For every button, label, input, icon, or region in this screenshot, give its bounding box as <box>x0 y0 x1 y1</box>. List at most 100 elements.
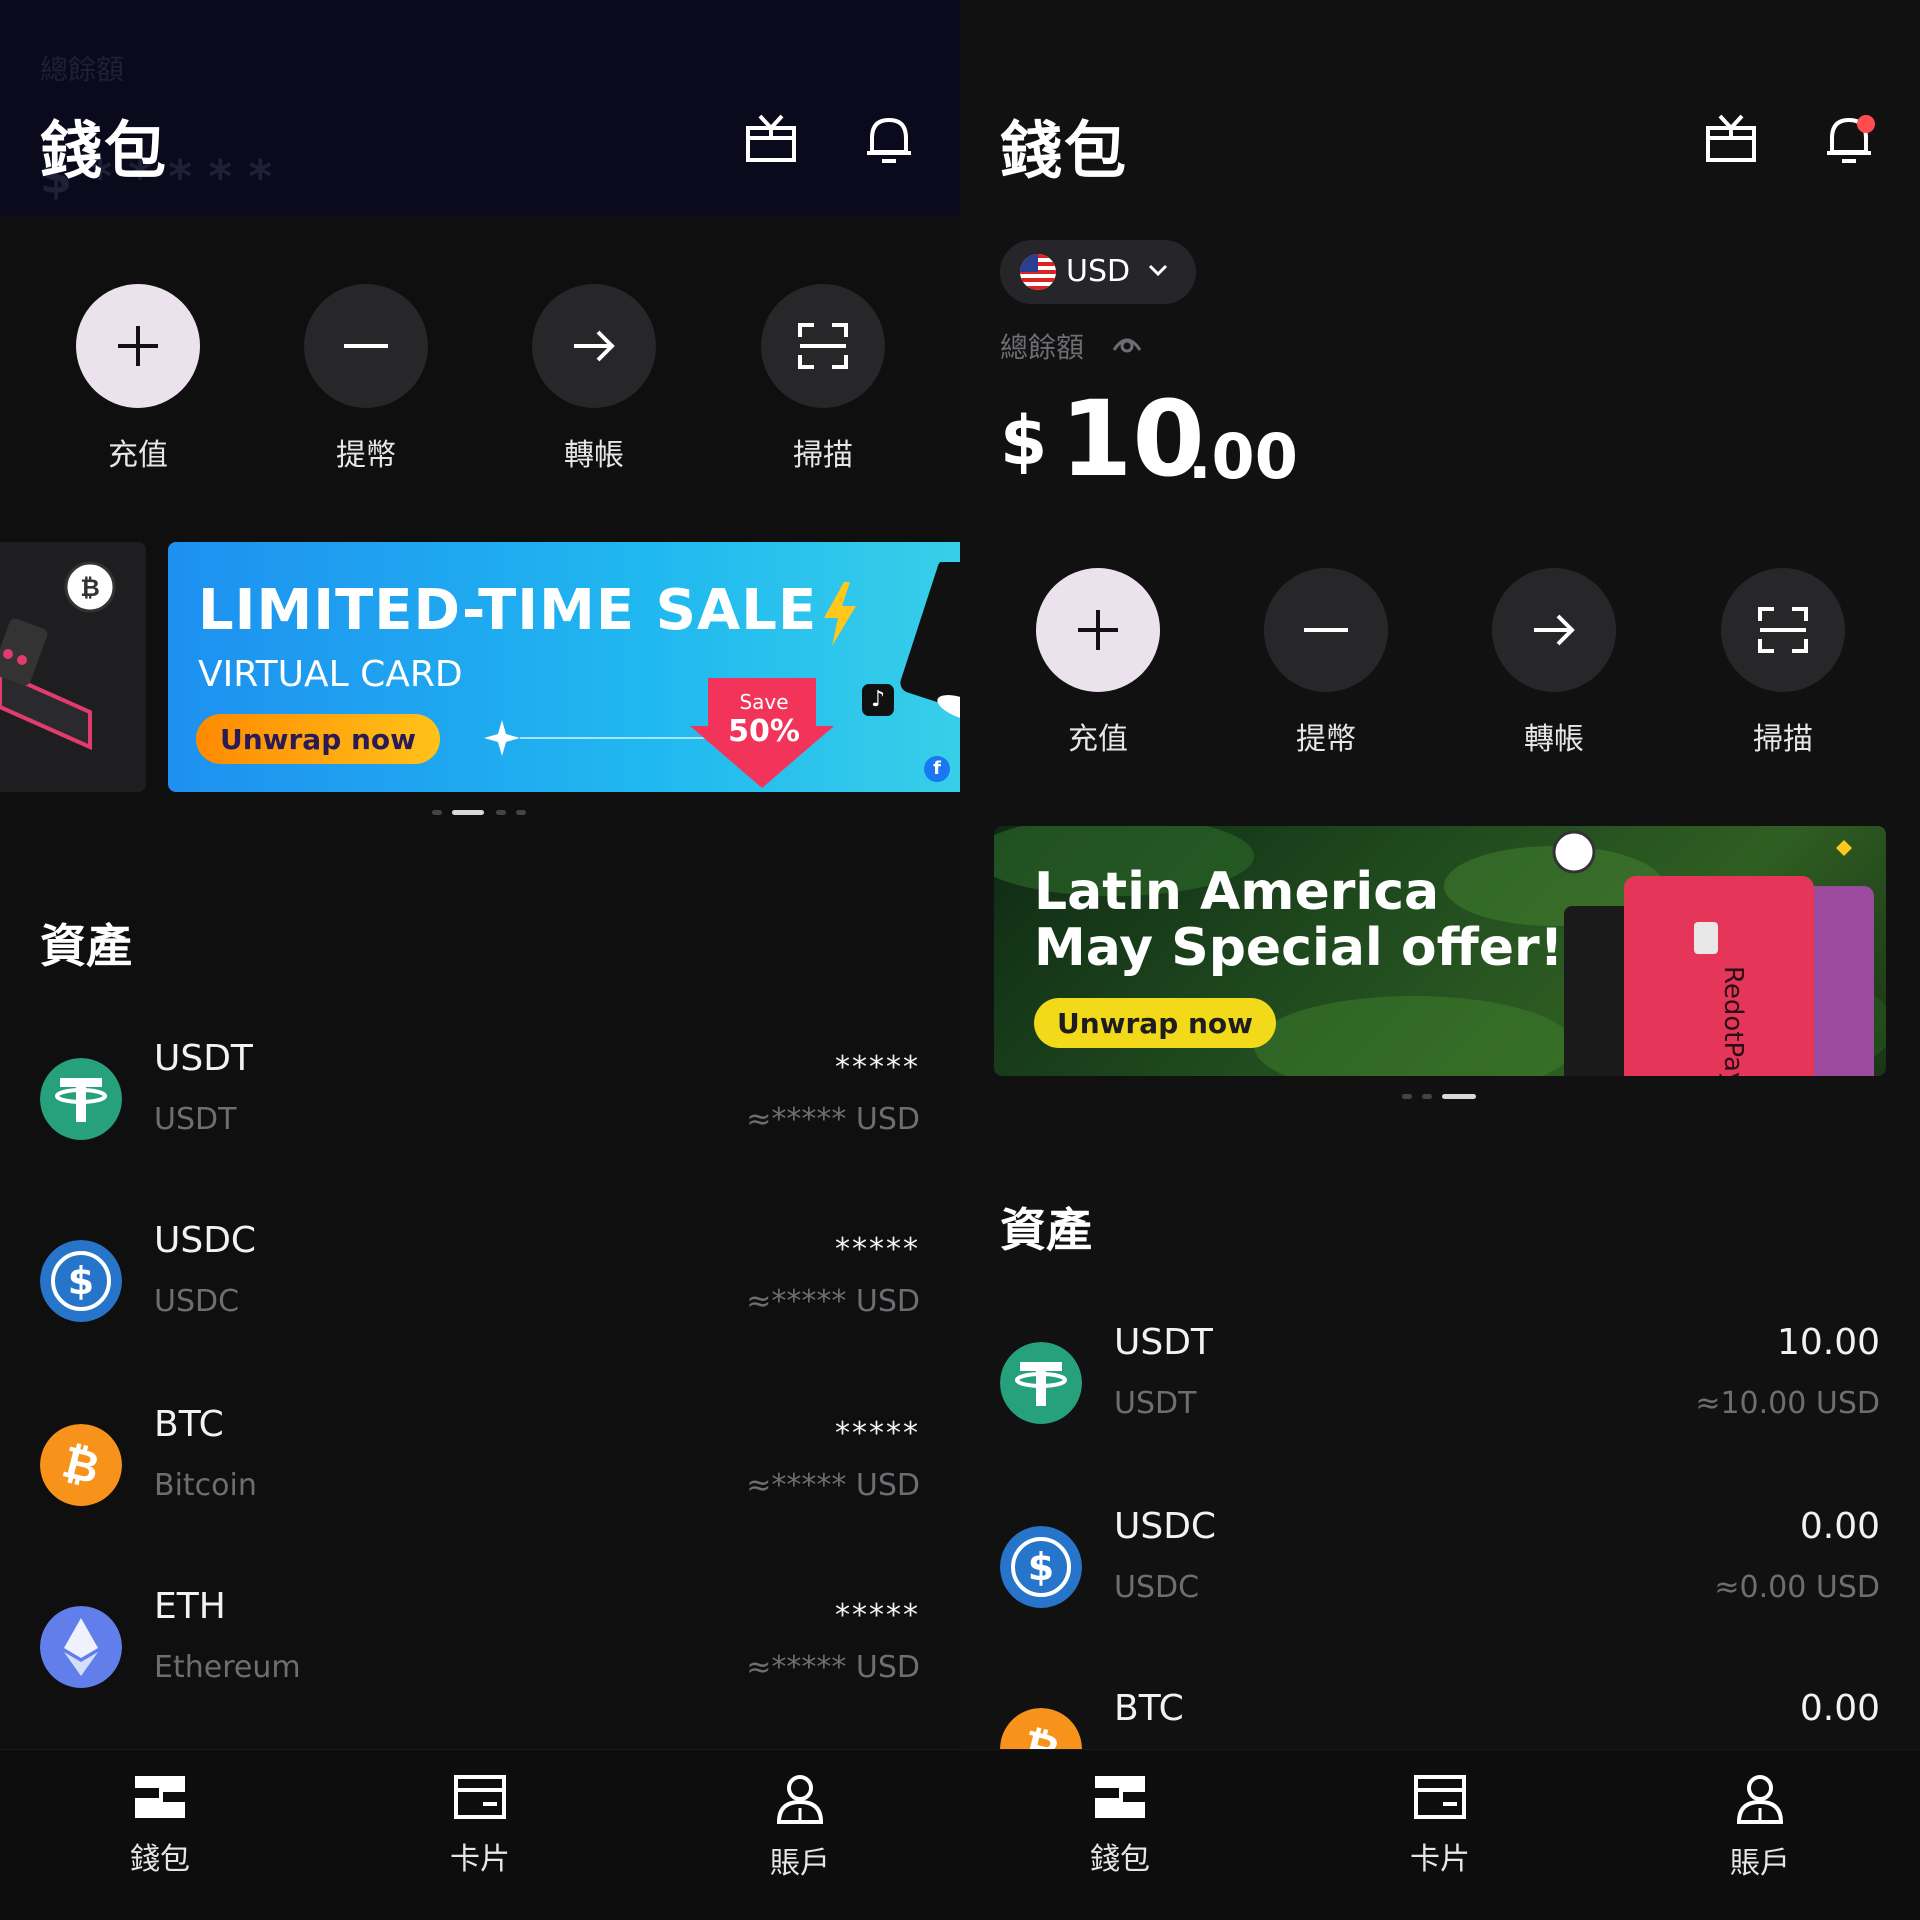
bottom-navigation: 錢包 卡片 賬戶 <box>960 1749 1920 1920</box>
nav-wallet[interactable]: 錢包 <box>1040 1774 1200 1878</box>
asset-name: USDT <box>1114 1386 1197 1421</box>
page-title: 錢包 <box>40 114 169 187</box>
minus-icon <box>304 284 428 408</box>
wallet-icon <box>1095 1776 1145 1818</box>
carousel-indicator <box>432 810 532 816</box>
tether-icon <box>1000 1342 1082 1424</box>
asset-row-usdt[interactable]: USDT USDT 10.00 ≈10.00 USD <box>1000 1322 1880 1442</box>
nav-account[interactable]: 賬戶 <box>720 1774 880 1882</box>
gift-box-icon[interactable] <box>744 112 798 166</box>
deposit-button[interactable]: 充值 <box>76 284 200 474</box>
nav-wallet-label: 錢包 <box>130 1842 190 1877</box>
scan-label: 掃描 <box>1753 722 1813 757</box>
tether-icon <box>40 1058 122 1140</box>
eye-icon[interactable] <box>1112 330 1142 356</box>
unwrap-now-button[interactable]: Unwrap now <box>196 714 440 764</box>
asset-row-usdc[interactable]: $ USDC USDC ***** ≈***** USD <box>40 1220 920 1340</box>
ghost-balance-label: 總餘額 <box>40 53 125 86</box>
wallet-header: 總餘額 $ * * * * * 錢包 <box>0 0 960 216</box>
scan-icon <box>1721 568 1845 692</box>
asset-row-usdt[interactable]: USDT USDT ***** ≈***** USD <box>40 1038 920 1158</box>
nav-card-label: 卡片 <box>450 1842 510 1877</box>
svg-text:$: $ <box>1028 1545 1054 1589</box>
scan-button[interactable]: 掃描 <box>1721 568 1845 758</box>
withdraw-label: 提幣 <box>336 438 396 473</box>
nav-account[interactable]: 賬戶 <box>1680 1774 1840 1882</box>
asset-name: Bitcoin <box>154 1468 257 1503</box>
scan-button[interactable]: 掃描 <box>761 284 885 474</box>
balance-integer: 10 <box>1060 378 1205 500</box>
transfer-label: 轉帳 <box>564 438 624 473</box>
asset-name: USDT <box>154 1102 237 1137</box>
nav-wallet[interactable]: 錢包 <box>80 1774 240 1878</box>
asset-balance: ***** <box>835 1416 920 1451</box>
asset-row-btc[interactable]: ₿ BTC 0.00 <box>1000 1688 1880 1750</box>
bitcoin-icon: ₿ <box>40 1424 122 1506</box>
facebook-icon: f <box>924 756 950 782</box>
asset-balance: ***** <box>835 1598 920 1633</box>
plus-icon <box>76 284 200 408</box>
assets-title: 資產 <box>1000 1203 1092 1257</box>
currency-selector[interactable]: USD <box>1000 240 1196 304</box>
currency-code: USD <box>1066 254 1131 289</box>
banner-line-1: Latin America <box>1034 862 1440 922</box>
arrow-right-icon <box>532 284 656 408</box>
asset-converted: ≈10.00 USD <box>1695 1386 1880 1421</box>
nav-card[interactable]: 卡片 <box>400 1774 560 1878</box>
transfer-label: 轉帳 <box>1524 722 1584 757</box>
svg-text:₿: ₿ <box>80 574 100 602</box>
card-icon <box>1414 1775 1466 1819</box>
tiktok-icon: ♪ <box>862 684 894 716</box>
left-wallet-screen: 總餘額 $ * * * * * 錢包 充值 提幣 轉帳 掃描 ₿ LIMITED… <box>0 0 960 1920</box>
nav-wallet-label: 錢包 <box>1090 1842 1150 1877</box>
scan-icon <box>761 284 885 408</box>
usdc-icon: $ <box>1000 1526 1082 1608</box>
asset-converted: ≈***** USD <box>746 1284 920 1319</box>
total-balance-label: 總餘額 <box>1000 331 1085 364</box>
scan-label: 掃描 <box>793 438 853 473</box>
asset-symbol: ETH <box>154 1586 226 1627</box>
previous-banner[interactable]: ₿ <box>0 542 146 792</box>
virtual-card-icon <box>900 562 960 721</box>
transfer-button[interactable]: 轉帳 <box>1492 568 1616 758</box>
unwrap-now-button[interactable]: Unwrap now <box>1034 998 1276 1048</box>
asset-row-eth[interactable]: ETH Ethereum ***** ≈***** USD <box>40 1586 920 1706</box>
plus-icon <box>1036 568 1160 692</box>
banner-line-2: May Special offer! <box>1034 918 1564 978</box>
page-title: 錢包 <box>1000 114 1129 187</box>
save-value: 50% <box>728 714 800 749</box>
usdc-icon: $ <box>40 1240 122 1322</box>
bell-icon[interactable] <box>1822 112 1876 166</box>
save-label: Save <box>739 690 789 714</box>
asset-converted: ≈0.00 USD <box>1714 1570 1880 1605</box>
card-brand-text: RedotPay <box>1718 966 1748 1076</box>
asset-row-btc[interactable]: ₿ BTC Bitcoin ***** ≈***** USD <box>40 1404 920 1524</box>
asset-row-usdc[interactable]: $ USDC USDC 0.00 ≈0.00 USD <box>1000 1506 1880 1626</box>
asset-symbol: USDC <box>1114 1506 1217 1547</box>
us-flag-icon <box>1020 254 1056 290</box>
asset-balance: 0.00 <box>1799 1688 1880 1729</box>
deposit-label: 充值 <box>1068 722 1128 757</box>
nav-account-label: 賬戶 <box>1730 1846 1790 1881</box>
balance-decimal: .00 <box>1188 420 1298 493</box>
promo-banner-latin-america[interactable]: Latin America May Special offer! Unwrap … <box>994 826 1886 1076</box>
deposit-label: 充值 <box>108 438 168 473</box>
gift-box-icon[interactable] <box>1704 112 1758 166</box>
asset-name: USDC <box>154 1284 240 1319</box>
asset-symbol: BTC <box>1114 1688 1184 1729</box>
nav-card[interactable]: 卡片 <box>1360 1774 1520 1878</box>
bell-icon[interactable] <box>862 112 916 166</box>
minus-icon <box>1264 568 1388 692</box>
promo-banner-virtual-card[interactable]: LIMITED-TIME SALE VIRTUAL CARD Unwrap no… <box>168 542 960 792</box>
ethereum-icon <box>40 1606 122 1688</box>
banner-headline: LIMITED-TIME SALE <box>198 578 818 643</box>
deposit-button[interactable]: 充值 <box>1036 568 1160 758</box>
withdraw-button[interactable]: 提幣 <box>304 284 428 474</box>
bottom-navigation: 錢包 卡片 賬戶 <box>0 1749 960 1920</box>
card-illustration-icon: ₿ <box>0 561 116 751</box>
asset-name: USDC <box>1114 1570 1200 1605</box>
banner-subline: VIRTUAL CARD <box>198 654 463 695</box>
transfer-button[interactable]: 轉帳 <box>532 284 656 474</box>
svg-text:$: $ <box>68 1259 94 1303</box>
withdraw-button[interactable]: 提幣 <box>1264 568 1388 758</box>
